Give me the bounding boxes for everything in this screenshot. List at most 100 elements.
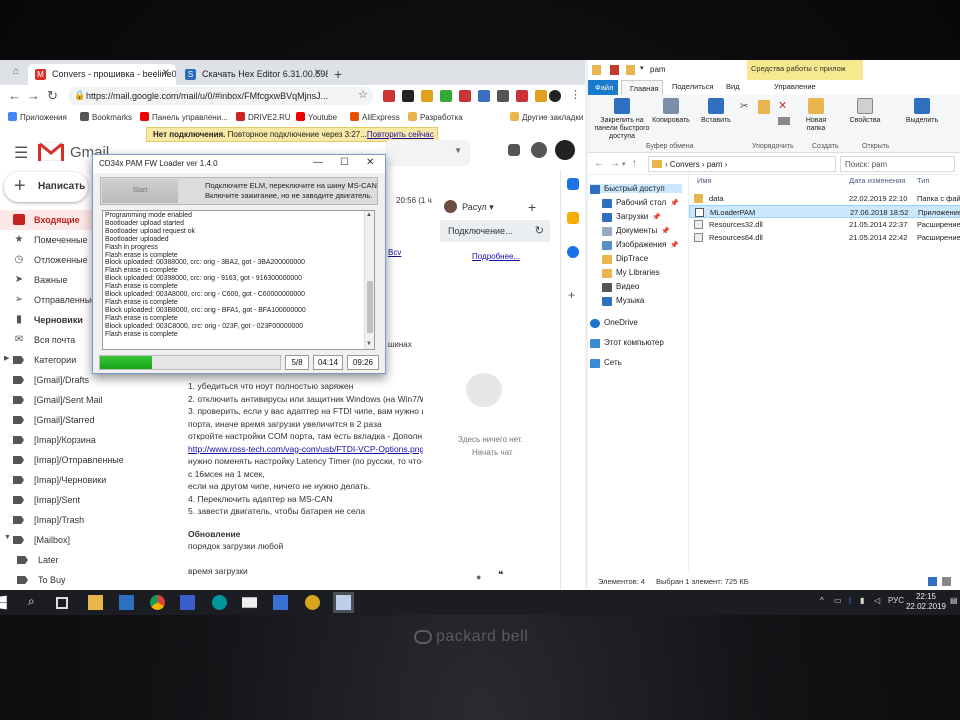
forward-button[interactable]: →: [610, 158, 620, 169]
sidebar-item-label[interactable]: [Imap]/Отправленные: [0, 450, 130, 470]
scroll-down-icon[interactable]: ▼: [366, 341, 372, 347]
save-app-icon[interactable]: [180, 595, 195, 610]
tray-chevron-icon[interactable]: ^: [820, 596, 824, 605]
tiles-view-icon[interactable]: [942, 577, 951, 586]
tree-quick-access[interactable]: Быстрый доступ: [590, 184, 682, 194]
new-chat-button[interactable]: +: [528, 199, 536, 215]
column-name[interactable]: Имя: [697, 176, 712, 185]
extension-icon[interactable]: [421, 90, 433, 102]
taskbar-clock[interactable]: 22:15 22.02.2019: [904, 592, 948, 612]
reload-button[interactable]: ↻: [47, 88, 58, 104]
log-scrollbar[interactable]: ▲ ▼: [364, 211, 374, 349]
bookmark-youtube[interactable]: Youtube: [296, 112, 337, 122]
back-button[interactable]: ←: [8, 88, 21, 103]
apps-grid-icon[interactable]: [508, 144, 520, 156]
bluetooth-tray-icon[interactable]: ᛒ: [848, 596, 853, 605]
sidebar-item-mailbox[interactable]: ▼ [Mailbox]: [0, 530, 130, 550]
sidebar-item-label[interactable]: [Imap]/Sent: [0, 490, 130, 510]
chrome-menu-icon[interactable]: ⋮: [570, 88, 581, 101]
bookmark-bookmarks[interactable]: Bookmarks: [80, 112, 132, 122]
message-link[interactable]: Bcv: [388, 248, 401, 257]
sidebar-item-label[interactable]: [Gmail]/Starred: [0, 410, 130, 430]
mail-taskbar-icon[interactable]: [242, 597, 257, 608]
explorer-search[interactable]: Поиск: pam: [840, 156, 955, 172]
sidebar-item-label[interactable]: [Imap]/Trash: [0, 510, 130, 530]
tree-desktop[interactable]: Рабочий стол 📌: [602, 198, 679, 208]
more-link[interactable]: Подробнее...: [472, 252, 520, 261]
account-avatar[interactable]: [555, 140, 575, 160]
new-tab-button[interactable]: +: [334, 66, 342, 82]
tab-share[interactable]: Поделиться: [672, 82, 713, 91]
copy-button[interactable]: Копировать: [650, 98, 692, 125]
extension-icon[interactable]: [459, 90, 471, 102]
extension-icon[interactable]: [402, 90, 414, 102]
tab-home[interactable]: Главная: [621, 80, 663, 95]
battery-tray-icon[interactable]: ▮: [860, 596, 864, 605]
tree-documents[interactable]: Документы 📌: [602, 226, 670, 236]
tree-videos[interactable]: Видео: [602, 282, 639, 292]
calendar-icon[interactable]: [567, 178, 579, 190]
tree-network[interactable]: Сеть: [590, 358, 622, 368]
hangouts-user[interactable]: Расул ▾: [462, 202, 494, 213]
extension-icon[interactable]: [497, 90, 509, 102]
extension-icon[interactable]: [383, 90, 395, 102]
tree-this-pc[interactable]: Этот компьютер: [590, 338, 664, 348]
extension-icon[interactable]: [516, 90, 528, 102]
compose-button[interactable]: + Написать: [4, 172, 88, 202]
start-windows-icon[interactable]: [0, 595, 7, 610]
tab-hex-editor[interactable]: S Скачать Hex Editor 6.31.00.5980 ✕: [178, 64, 328, 85]
add-addon-icon[interactable]: +: [568, 288, 575, 302]
tree-onedrive[interactable]: OneDrive: [590, 318, 638, 328]
rename-icon[interactable]: [778, 117, 790, 125]
loader-taskbar-icon[interactable]: [333, 592, 354, 613]
details-view-icon[interactable]: [928, 577, 937, 586]
minimize-button[interactable]: —: [313, 157, 323, 168]
bookmark-panel[interactable]: Панель управлени...: [140, 112, 228, 122]
pin-quick-access-button[interactable]: Закрепить на панели быстрого доступа: [594, 98, 650, 141]
extension-icon[interactable]: [440, 90, 452, 102]
search-icon[interactable]: ⌕: [28, 594, 35, 609]
new-folder-icon[interactable]: [626, 65, 635, 75]
maximize-button[interactable]: ☐: [340, 157, 349, 168]
start-chat-link[interactable]: Начать чат: [472, 448, 513, 457]
sidebar-item-label[interactable]: [Imap]/Корзина: [0, 430, 130, 450]
store-icon[interactable]: [119, 595, 134, 610]
scroll-thumb[interactable]: [367, 281, 373, 333]
scroll-up-icon[interactable]: ▲: [366, 212, 372, 218]
app-taskbar-icon[interactable]: [273, 595, 288, 610]
properties-icon[interactable]: [610, 65, 619, 75]
tree-diptrace[interactable]: DipTrace: [602, 254, 648, 264]
path-segment[interactable]: pam: [707, 160, 723, 169]
start-button[interactable]: Start: [102, 179, 178, 203]
search-options-icon[interactable]: ▼: [454, 146, 462, 155]
sidebar-item-later[interactable]: Later: [0, 550, 130, 570]
volume-tray-icon[interactable]: ◁: [874, 596, 880, 605]
bookmark-drive2[interactable]: DRIVE2.RU: [236, 112, 291, 122]
network-tray-icon[interactable]: ▭: [834, 596, 842, 605]
task-view-icon[interactable]: [56, 597, 68, 609]
tree-music[interactable]: Музыка: [602, 296, 644, 306]
move-to-icon[interactable]: [758, 100, 770, 114]
file-row-selected[interactable]: MLoaderPAM 27.06.2018 18:52 Приложение: [689, 205, 960, 218]
tab-manage[interactable]: Управление: [774, 82, 816, 91]
tab-gmail[interactable]: M Convers - прошивка - beeline09 ✕: [28, 64, 176, 85]
cut-icon[interactable]: ✂: [740, 101, 748, 112]
bookmark-dev[interactable]: Разработка: [408, 112, 463, 122]
close-tab-icon[interactable]: ✕: [162, 68, 170, 79]
app-taskbar-icon[interactable]: [305, 595, 320, 610]
main-menu-icon[interactable]: ☰: [14, 143, 28, 163]
tree-pictures[interactable]: Изображения 📌: [602, 240, 679, 250]
close-button[interactable]: ✕: [366, 157, 374, 168]
tasks-icon[interactable]: [567, 246, 579, 258]
language-indicator[interactable]: РУС: [888, 596, 904, 605]
paste-button[interactable]: Вставить: [696, 98, 736, 125]
notifications-icon[interactable]: [531, 142, 547, 158]
address-bar[interactable]: 🔒 https://mail.google.com/mail/u/0/#inbo…: [68, 87, 373, 105]
star-icon[interactable]: ☆: [358, 88, 368, 101]
quote-icon[interactable]: ❝: [498, 570, 503, 581]
sidebar-item-label[interactable]: [Gmail]/Sent Mail: [0, 390, 130, 410]
refresh-icon[interactable]: ↻: [535, 224, 544, 237]
person-icon[interactable]: ●: [476, 572, 481, 582]
bookmark-other[interactable]: Другие закладки: [510, 112, 583, 122]
tab-view[interactable]: Вид: [726, 82, 740, 91]
